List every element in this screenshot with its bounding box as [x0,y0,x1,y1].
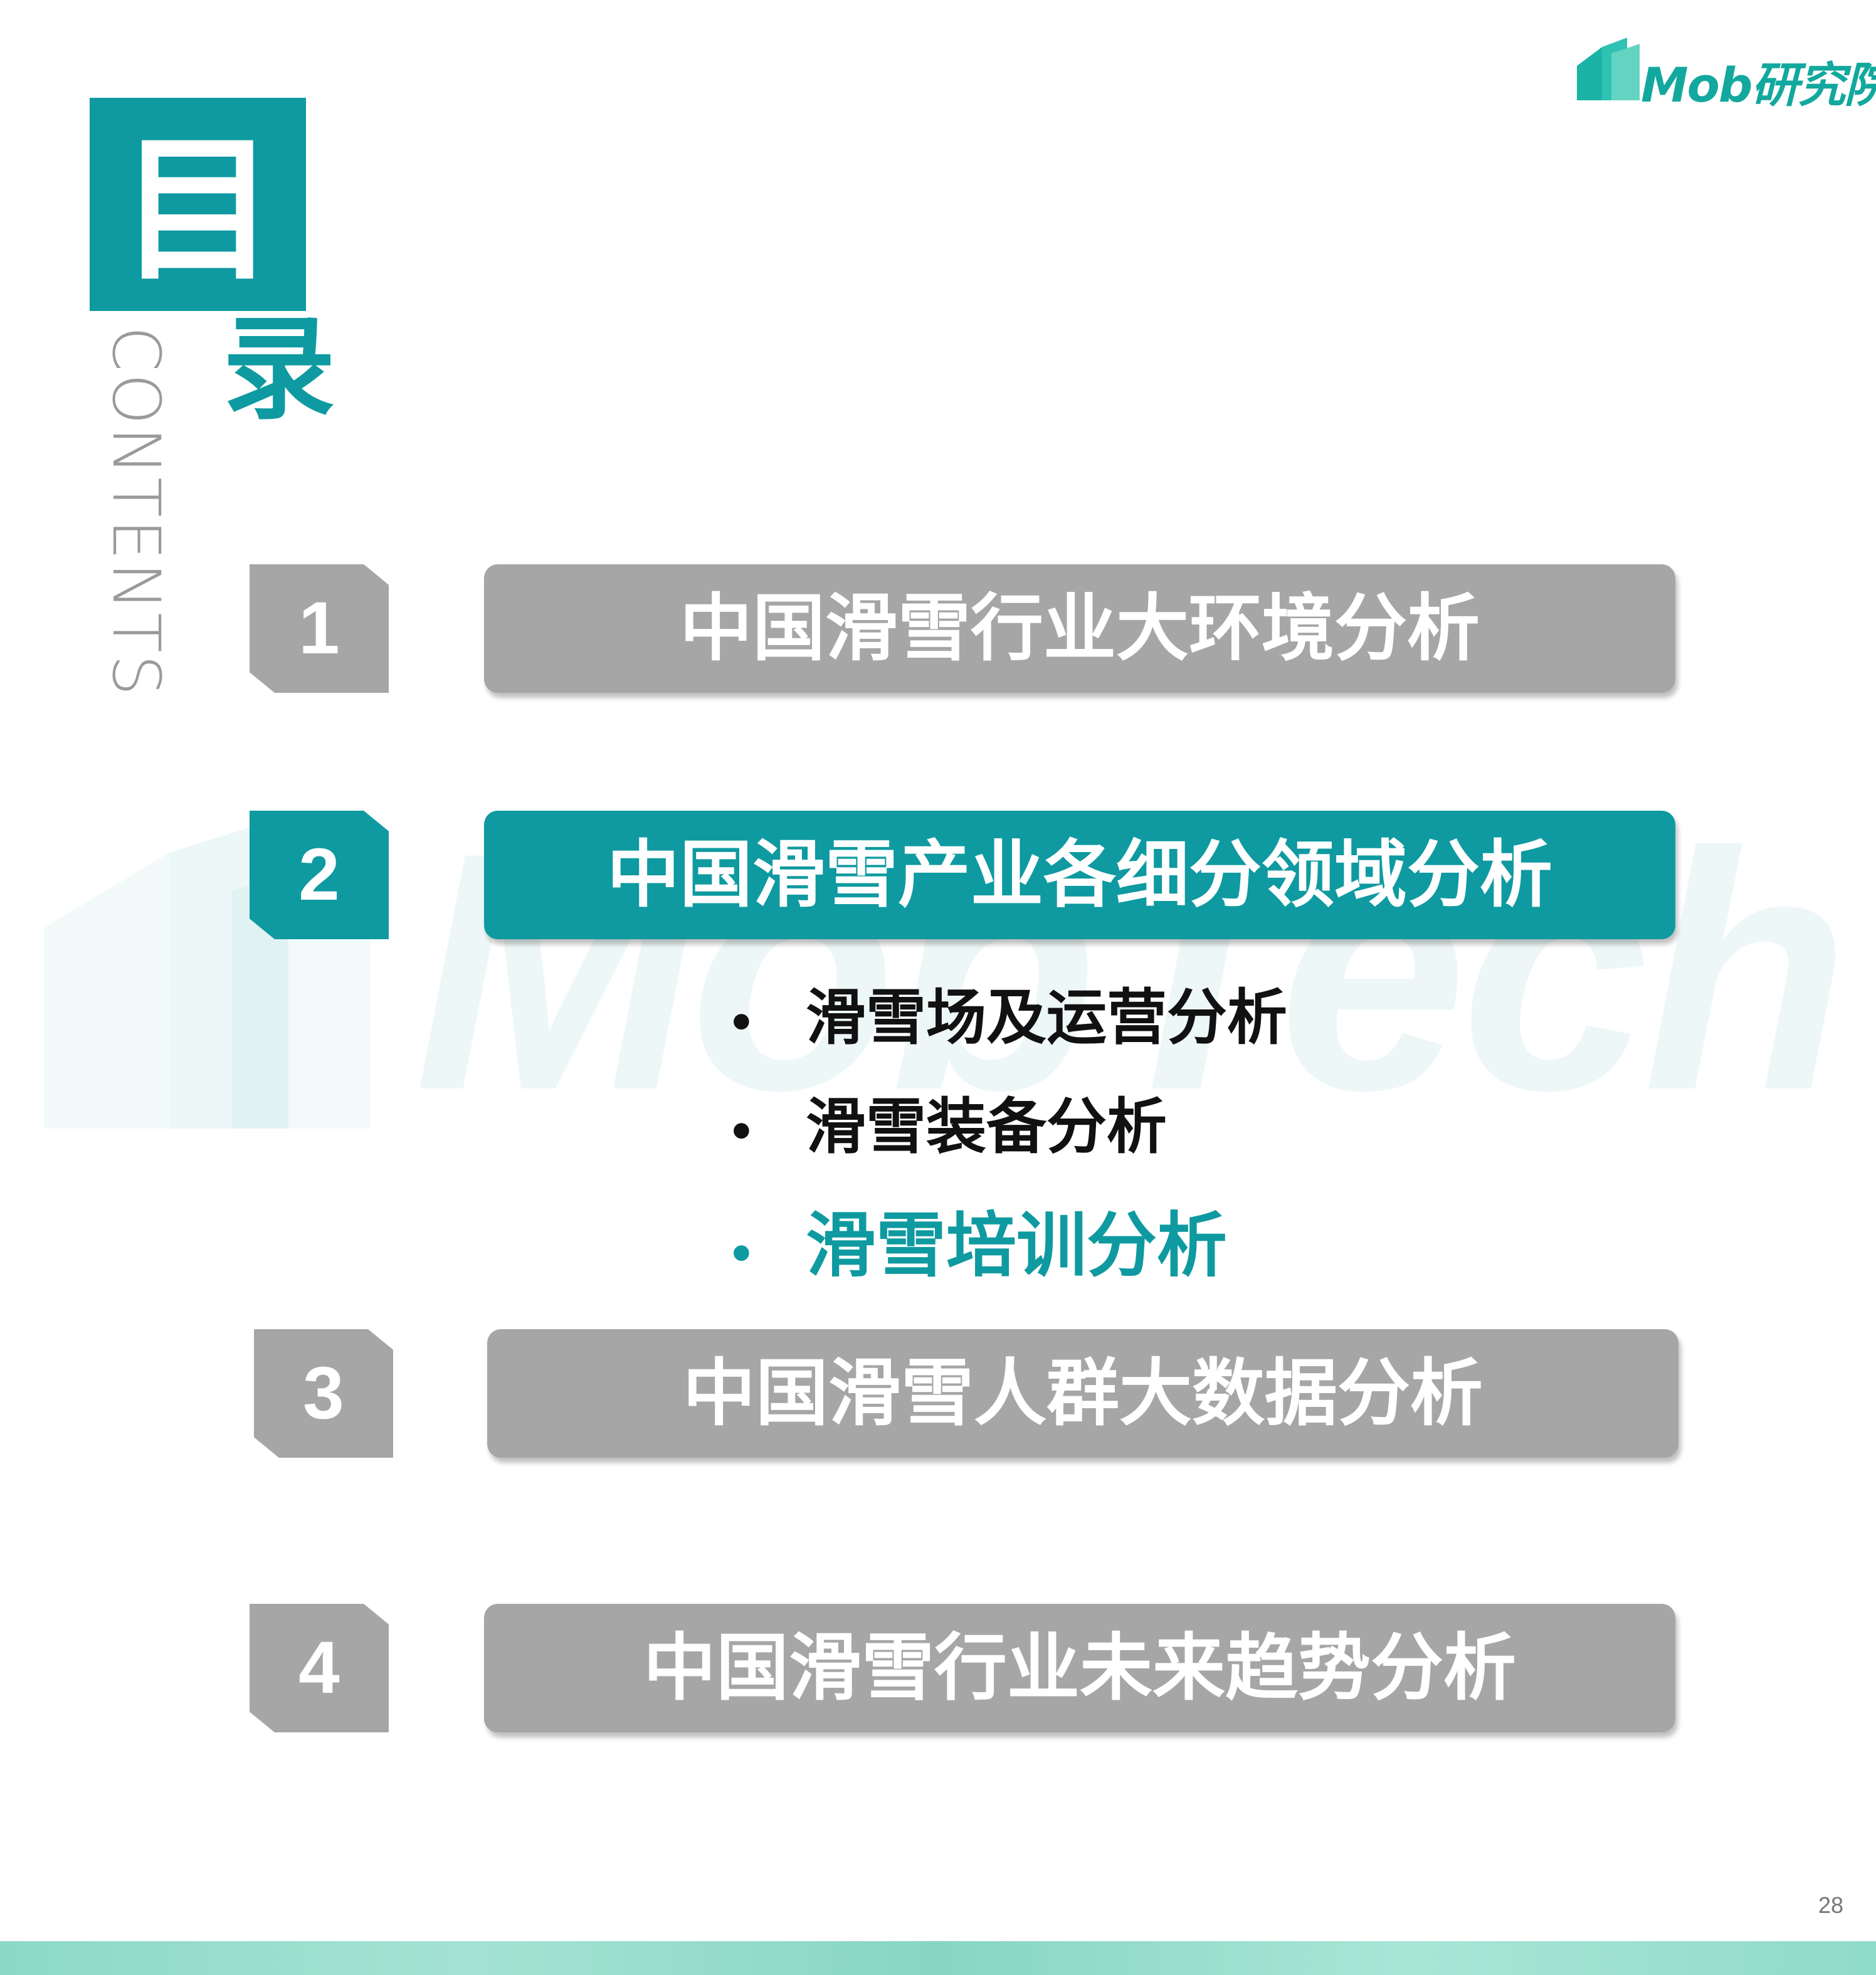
page-title-sub: 录 [223,304,336,435]
subitem-ski-training[interactable]: • 滑雪培训分析 [727,1199,1227,1293]
section-bar-1[interactable]: 中国滑雪行业大环境分析 [484,564,1675,693]
section-number-2: 2 [250,811,389,939]
subitem-label: 滑雪培训分析 [806,1205,1227,1287]
mob-logo: Mob研究院 [1577,38,1876,113]
subitem-ski-resort-operation[interactable]: • 滑雪场及运营分析 [727,971,1287,1065]
subitem-label: 滑雪场及运营分析 [806,982,1287,1053]
subitem-ski-equipment[interactable]: • 滑雪装备分析 [727,1080,1167,1174]
page-title-main: 目 [90,98,306,311]
section-number-4: 4 [250,1604,389,1732]
bullet-icon: • [727,1107,756,1158]
logo-text: Mob研究院 [1641,57,1876,113]
section-number-3: 3 [254,1329,393,1458]
bullet-icon: • [727,998,756,1049]
section-bar-2[interactable]: 中国滑雪产业各细分领域分析 [484,811,1675,939]
subitem-label: 滑雪装备分析 [806,1092,1167,1162]
section-bar-3[interactable]: 中国滑雪人群大数据分析 [487,1329,1678,1458]
bottom-decoration-strip [0,1941,1876,1975]
section-number-1: 1 [250,564,389,693]
contents-vertical-label: CONTENTS [98,326,174,698]
bullet-icon: • [727,1229,756,1280]
section-bar-4[interactable]: 中国滑雪行业未来趋势分析 [484,1604,1675,1732]
page-number: 28 [1818,1892,1844,1918]
mob-building-icon [1577,38,1640,100]
